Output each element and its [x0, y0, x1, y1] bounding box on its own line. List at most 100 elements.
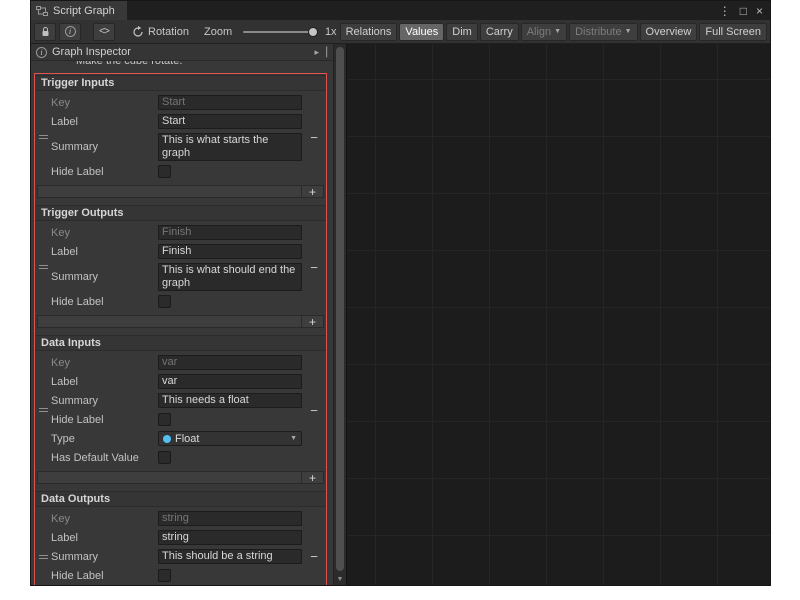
toolbar-button-align[interactable]: Align▼: [521, 23, 567, 41]
row-label: Key: [51, 227, 158, 239]
drag-handle-icon[interactable]: [39, 265, 48, 269]
remove-item-button[interactable]: −: [310, 404, 318, 417]
list-footer: +: [37, 315, 324, 328]
zoom-slider-knob[interactable]: [308, 27, 318, 37]
list-item: Keystring Labelstring SummaryThis should b…: [35, 507, 326, 585]
toolbar-button-overview[interactable]: Overview: [640, 23, 698, 41]
row-key: Keyvar: [51, 353, 302, 372]
scrollbar-thumb[interactable]: [336, 47, 344, 571]
key-field: Start: [158, 95, 302, 110]
toolbar-button-distribute[interactable]: Distribute▼: [569, 23, 637, 41]
window-controls: ⋮ □ ×: [719, 1, 770, 20]
toolbar-button-values[interactable]: Values: [399, 23, 444, 41]
drag-handle-icon[interactable]: [39, 135, 48, 139]
row-has-default-value: Has Default Value: [51, 448, 302, 467]
tab-script-graph[interactable]: Script Graph: [31, 1, 127, 20]
maximize-icon[interactable]: □: [740, 5, 747, 17]
section-data-inputs: Data Inputs Keyvar Labelvar SummaryThis nee…: [35, 335, 326, 484]
remove-item-button[interactable]: −: [310, 261, 318, 274]
key-field: string: [158, 511, 302, 526]
row-label: Label: [51, 532, 158, 544]
lock-button[interactable]: [34, 23, 56, 41]
list-item: Keyvar Labelvar SummaryThis needs a float H…: [35, 351, 326, 469]
scroll-down-icon[interactable]: ▼: [334, 574, 346, 585]
drag-handle-icon[interactable]: [39, 555, 48, 559]
code-icon: <>: [99, 26, 109, 37]
row-label: LabelStart: [51, 112, 302, 131]
add-item-button[interactable]: +: [301, 472, 323, 483]
hide-label-checkbox[interactable]: [158, 413, 171, 426]
remove-item-button[interactable]: −: [310, 131, 318, 144]
graph-inspector-header: i Graph Inspector ▸▕: [31, 44, 333, 61]
toolbar-button-dim[interactable]: Dim: [446, 23, 478, 41]
zoom-label: Zoom: [204, 26, 232, 38]
summary-field[interactable]: This should be a string: [158, 549, 302, 564]
zoom-value: 1x: [325, 26, 337, 38]
info-icon: i: [65, 26, 76, 37]
drag-handle-icon[interactable]: [39, 408, 48, 412]
hide-label-checkbox[interactable]: [158, 295, 171, 308]
toolbar-button-label: Relations: [346, 26, 392, 38]
summary-field[interactable]: This is what should end the graph: [158, 263, 302, 291]
toolbar-button-full-screen[interactable]: Full Screen: [699, 23, 767, 41]
type-dropdown[interactable]: Float ▼: [158, 431, 302, 446]
row-label: Label: [51, 246, 158, 258]
section-trigger-outputs: Trigger OutputsKeyFinishLabelFinishSumma…: [35, 205, 326, 328]
section-title: Trigger Inputs: [35, 75, 326, 91]
toolbar-button-label: Carry: [486, 26, 513, 38]
menu-icon[interactable]: ⋮: [719, 5, 731, 17]
toolbar-button-label: Dim: [452, 26, 472, 38]
toolbar: i <> Rotation Zoom 1x Relations Values Dim…: [31, 20, 770, 44]
summary-field[interactable]: This is what starts the graph: [158, 133, 302, 161]
row-key: KeyFinish: [51, 223, 302, 242]
code-view-button[interactable]: <>: [93, 23, 115, 41]
section-data-outputs: Data OutputsKeystringLabelstringSummaryT…: [35, 491, 326, 585]
hide-label-checkbox[interactable]: [158, 165, 171, 178]
label-field[interactable]: string: [158, 530, 302, 545]
info-button[interactable]: i: [59, 23, 81, 41]
vertical-scrollbar[interactable]: ▼: [333, 44, 346, 585]
inspector-sections: Trigger InputsKeyStartLabelStartSummaryT…: [34, 73, 327, 585]
hide-label-checkbox[interactable]: [158, 569, 171, 582]
add-item-button[interactable]: +: [301, 316, 323, 327]
row-label: Summary: [51, 141, 158, 153]
label-field[interactable]: Start: [158, 114, 302, 129]
summary-field[interactable]: This needs a float: [158, 393, 302, 408]
row-label: Label: [51, 376, 158, 388]
chevron-down-icon: ▼: [290, 435, 297, 442]
section-title: Data Inputs: [35, 335, 326, 351]
graph-summary-clipped: Make the cube rotate.: [34, 61, 327, 73]
toolbar-button-relations[interactable]: Relations: [340, 23, 398, 41]
dock-icon[interactable]: ▸▕: [315, 47, 328, 58]
graph-canvas[interactable]: [346, 44, 770, 585]
key-field: var: [158, 355, 302, 370]
list-item: KeyFinishLabelFinishSummaryThis is what …: [35, 221, 326, 313]
label-field[interactable]: var: [158, 374, 302, 389]
rotation-label: Rotation: [148, 26, 189, 38]
row-hide-label: Hide Label: [51, 292, 302, 311]
label-field[interactable]: Finish: [158, 244, 302, 259]
close-icon[interactable]: ×: [756, 5, 763, 17]
graph-inspector-panel: i Graph Inspector ▸▕ Make the cube rotat…: [31, 44, 333, 585]
row-label: Type: [51, 433, 158, 445]
remove-item-button[interactable]: −: [310, 550, 318, 563]
row-summary: SummaryThis needs a float: [51, 391, 302, 410]
script-graph-icon: [36, 6, 48, 16]
rotation-control[interactable]: Rotation: [132, 26, 189, 38]
row-summary: SummaryThis should be a string: [51, 547, 302, 566]
dropdown-value: Float: [175, 433, 199, 445]
has-default-value-checkbox[interactable]: [158, 451, 171, 464]
toolbar-button-label: Align: [527, 26, 551, 38]
row-hide-label: Hide Label: [51, 162, 302, 181]
toolbar-button-carry[interactable]: Carry: [480, 23, 519, 41]
tab-label: Script Graph: [53, 5, 115, 17]
row-label: Hide Label: [51, 570, 158, 582]
toolbar-button-label: Distribute: [575, 26, 621, 38]
add-item-button[interactable]: +: [301, 186, 323, 197]
row-label: Label: [51, 116, 158, 128]
key-field: Finish: [158, 225, 302, 240]
zoom-slider[interactable]: [243, 31, 313, 33]
row-key: Keystring: [51, 509, 302, 528]
row-label: LabelFinish: [51, 242, 302, 261]
row-label: Has Default Value: [51, 452, 158, 464]
